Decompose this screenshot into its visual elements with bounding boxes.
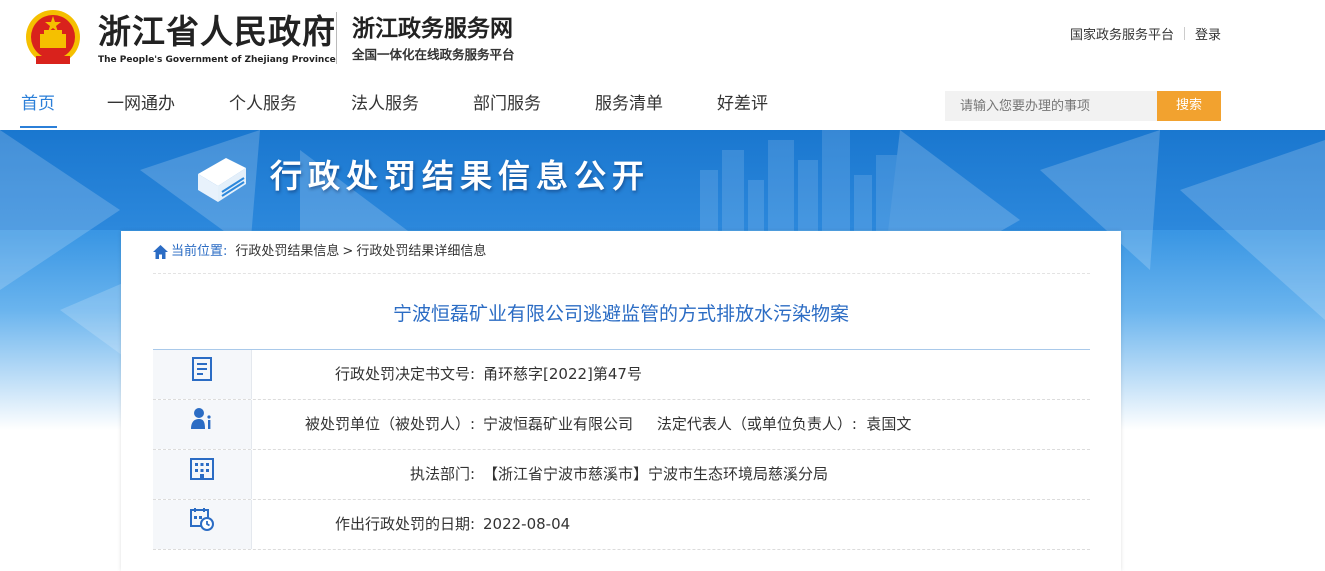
nav-item-rating[interactable]: 好差评 — [717, 92, 768, 116]
page-title: 宁波恒磊矿业有限公司逃避监管的方式排放水污染物案 — [392, 303, 849, 325]
top-links: 国家政务服务平台 登录 — [1070, 24, 1221, 43]
breadcrumb-item-results[interactable]: 行政处罚结果信息 — [235, 243, 339, 261]
top-links-divider — [1183, 27, 1185, 40]
banner-title: 行政处罚结果信息公开 — [270, 157, 651, 195]
document-icon — [192, 357, 212, 381]
row-value: 2022-08-04 — [483, 515, 571, 533]
gov-subtitle: The People's Government of Zhejiang Prov… — [98, 55, 336, 65]
row-icon-cell — [153, 350, 252, 399]
row-label: 执法部门: — [409, 465, 475, 483]
nav-item-service-list[interactable]: 服务清单 — [595, 92, 663, 116]
search-input[interactable] — [945, 91, 1157, 121]
table-row: 行政处罚决定书文号: 甬环慈字[2022]第47号 — [153, 350, 1090, 400]
row-value: 宁波恒磊矿业有限公司 法定代表人（或单位负责人）: 袁国文 — [483, 415, 912, 433]
row-label: 行政处罚决定书文号: — [334, 365, 475, 383]
table-row: 被处罚单位（被处罚人）: 宁波恒磊矿业有限公司 法定代表人（或单位负责人）: 袁… — [153, 400, 1090, 450]
breadcrumb-item-detail[interactable]: 行政处罚结果详细信息 — [356, 243, 486, 261]
main-nav: 首页 一网通办 个人服务 法人服务 部门服务 服务清单 好差评 搜索 — [0, 80, 1325, 130]
header-divider — [336, 12, 337, 64]
row-label: 作出行政处罚的日期: — [334, 515, 475, 533]
service-subtitle: 全国一体化在线政务服务平台 — [352, 47, 515, 62]
nav-active-underline — [20, 126, 57, 128]
building-icon — [190, 458, 214, 480]
gov-title[interactable]: 浙江省人民政府 — [98, 12, 336, 52]
content-card: 当前位置: 行政处罚结果信息 > 行政处罚结果详细信息 宁波恒磊矿业有限公司逃避… — [121, 231, 1121, 571]
calendar-clock-icon — [190, 508, 214, 531]
nav-item-personal[interactable]: 个人服务 — [229, 92, 297, 116]
table-row: 执法部门: 【浙江省宁波市慈溪市】宁波市生态环境局慈溪分局 — [153, 450, 1090, 500]
row-icon-cell — [153, 500, 252, 549]
breadcrumb-divider — [153, 273, 1090, 274]
row-icon-cell — [153, 450, 252, 499]
breadcrumb-separator: > — [342, 244, 354, 259]
nav-item-home[interactable]: 首页 — [21, 92, 55, 116]
row-label: 被处罚单位（被处罚人）: — [304, 415, 475, 433]
person-info-icon — [191, 408, 211, 429]
home-icon — [153, 245, 168, 259]
nav-item-legal-entity[interactable]: 法人服务 — [351, 92, 419, 116]
national-platform-link[interactable]: 国家政务服务平台 — [1070, 24, 1174, 43]
site-header: 浙江省人民政府 The People's Government of Zheji… — [0, 0, 1325, 80]
table-row: 作出行政处罚的日期: 2022-08-04 — [153, 500, 1090, 550]
login-link[interactable]: 登录 — [1195, 24, 1221, 43]
row-value: 【浙江省宁波市慈溪市】宁波市生态环境局慈溪分局 — [483, 465, 829, 483]
national-emblem-icon[interactable] — [24, 8, 82, 68]
search-button[interactable]: 搜索 — [1157, 91, 1221, 121]
nav-item-departments[interactable]: 部门服务 — [473, 92, 541, 116]
nav-item-one-stop[interactable]: 一网通办 — [107, 92, 175, 116]
breadcrumb: 当前位置: 行政处罚结果信息 > 行政处罚结果详细信息 — [153, 243, 486, 261]
book-icon — [198, 158, 246, 202]
detail-table: 行政处罚决定书文号: 甬环慈字[2022]第47号 被处罚单位（被处罚人）: 宁… — [153, 349, 1090, 550]
service-title[interactable]: 浙江政务服务网 — [352, 14, 513, 44]
row-value: 甬环慈字[2022]第47号 — [483, 365, 642, 383]
breadcrumb-current-label: 当前位置: — [171, 244, 228, 259]
row-icon-cell — [153, 400, 252, 449]
